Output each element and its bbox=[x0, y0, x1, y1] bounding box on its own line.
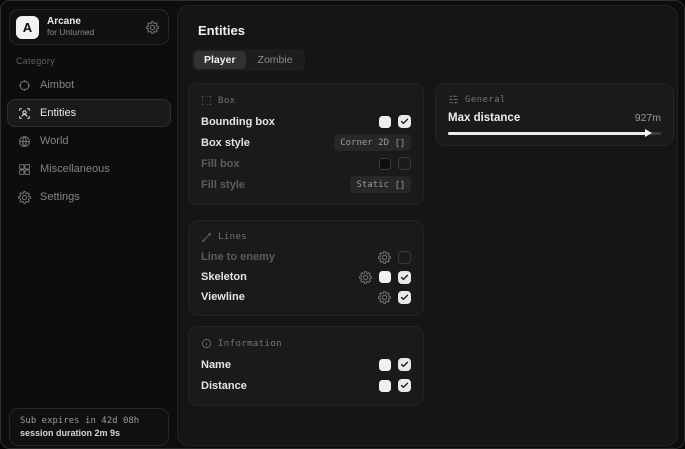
fill-style-dropdown[interactable]: Static bbox=[350, 176, 411, 193]
slider-thumb[interactable] bbox=[645, 129, 652, 137]
sidebar-item-label: World bbox=[40, 135, 69, 147]
diagonal-line-icon bbox=[201, 232, 212, 243]
gear-icon bbox=[378, 291, 391, 304]
setting-row-fill-style: Fill style Static bbox=[201, 174, 411, 195]
checkbox-checked[interactable] bbox=[398, 115, 411, 128]
check-icon bbox=[400, 381, 409, 390]
check-icon bbox=[400, 360, 409, 369]
brand-logo: A bbox=[16, 16, 39, 39]
subscription-status-card: Sub expires in 42d 08h session duration … bbox=[9, 408, 169, 446]
setting-row-name: Name bbox=[201, 354, 411, 375]
setting-label: Distance bbox=[201, 380, 379, 392]
setting-label: Box style bbox=[201, 137, 334, 149]
brand-card: A Arcane for Unturned bbox=[9, 9, 169, 45]
section-title: Lines bbox=[218, 232, 247, 242]
setting-label: Name bbox=[201, 359, 379, 371]
setting-label: Max distance bbox=[448, 112, 635, 124]
sliders-icon bbox=[448, 94, 459, 105]
setting-row-box-style: Box style Corner 2D bbox=[201, 132, 411, 153]
setting-row-viewline: Viewline bbox=[201, 287, 411, 307]
sidebar-item-label: Settings bbox=[40, 191, 80, 203]
setting-row-max-distance: Max distance 927m bbox=[448, 109, 661, 126]
brackets-select-icon bbox=[395, 138, 405, 148]
dropdown-value: Corner 2D bbox=[340, 138, 389, 148]
checkbox-checked[interactable] bbox=[398, 291, 411, 304]
row-settings-button[interactable] bbox=[378, 251, 391, 264]
gear-icon bbox=[359, 271, 372, 284]
sidebar-item-aimbot[interactable]: Aimbot bbox=[7, 71, 171, 99]
sidebar-item-label: Miscellaneous bbox=[40, 163, 110, 175]
gear-icon bbox=[18, 191, 31, 204]
checkbox-checked[interactable] bbox=[398, 358, 411, 371]
color-swatch[interactable] bbox=[379, 158, 391, 170]
sidebar-item-label: Entities bbox=[40, 107, 76, 119]
color-swatch[interactable] bbox=[379, 359, 391, 371]
setting-label: Viewline bbox=[201, 291, 378, 303]
check-icon bbox=[400, 273, 409, 282]
setting-label: Fill box bbox=[201, 158, 379, 170]
main-panel: Entities Player Zombie Box Bounding box … bbox=[177, 5, 678, 446]
section-title: Information bbox=[218, 339, 282, 349]
information-section: Information Name Distance bbox=[188, 326, 424, 406]
color-swatch[interactable] bbox=[379, 271, 391, 283]
sidebar-item-world[interactable]: World bbox=[7, 127, 171, 155]
sub-expiry-text: Sub expires in 42d 08h bbox=[20, 416, 158, 426]
grid-icon bbox=[18, 163, 31, 176]
brackets-select-icon bbox=[395, 180, 405, 190]
sidebar-item-miscellaneous[interactable]: Miscellaneous bbox=[7, 155, 171, 183]
tab-zombie[interactable]: Zombie bbox=[248, 51, 303, 69]
section-title: Box bbox=[218, 96, 235, 106]
checkbox-checked[interactable] bbox=[398, 379, 411, 392]
brand-subtitle: for Unturned bbox=[47, 28, 138, 38]
checkbox-unchecked[interactable] bbox=[398, 251, 411, 264]
arcane-window: A Arcane for Unturned Category Aimbot En… bbox=[0, 0, 685, 449]
max-distance-value: 927m bbox=[635, 112, 661, 124]
crosshair-icon bbox=[18, 79, 31, 92]
setting-label: Skeleton bbox=[201, 271, 359, 283]
checkbox-unchecked[interactable] bbox=[398, 157, 411, 170]
lines-section: Lines Line to enemy Skeleton Viewline bbox=[188, 220, 424, 316]
setting-label: Fill style bbox=[201, 179, 350, 191]
setting-row-fill-box: Fill box bbox=[201, 153, 411, 174]
sidebar-item-label: Aimbot bbox=[40, 79, 74, 91]
row-settings-button[interactable] bbox=[378, 291, 391, 304]
max-distance-slider[interactable] bbox=[448, 129, 661, 137]
scan-person-icon bbox=[18, 107, 31, 120]
sidebar-nav: Aimbot Entities World Miscellaneous Sett… bbox=[7, 71, 171, 211]
setting-row-skeleton: Skeleton bbox=[201, 267, 411, 287]
box-select-icon bbox=[201, 95, 212, 106]
info-icon bbox=[201, 338, 212, 349]
session-duration-text: session duration 2m 9s bbox=[20, 428, 158, 438]
setting-row-distance: Distance bbox=[201, 375, 411, 396]
gear-icon[interactable] bbox=[146, 21, 159, 34]
gear-icon bbox=[378, 251, 391, 264]
globe-icon bbox=[18, 135, 31, 148]
entity-tabs: Player Zombie bbox=[192, 49, 305, 71]
color-swatch[interactable] bbox=[379, 380, 391, 392]
tab-player[interactable]: Player bbox=[194, 51, 246, 69]
section-title: General bbox=[465, 95, 506, 105]
setting-label: Bounding box bbox=[201, 116, 379, 128]
checkbox-checked[interactable] bbox=[398, 271, 411, 284]
box-style-dropdown[interactable]: Corner 2D bbox=[334, 134, 411, 151]
sidebar-item-entities[interactable]: Entities bbox=[7, 99, 171, 127]
general-section: General Max distance 927m bbox=[435, 83, 674, 146]
category-label: Category bbox=[16, 56, 55, 66]
sidebar-item-settings[interactable]: Settings bbox=[7, 183, 171, 211]
dropdown-value: Static bbox=[356, 180, 389, 190]
slider-fill bbox=[448, 132, 646, 135]
box-section: Box Bounding box Box style Corner 2D bbox=[188, 83, 424, 205]
setting-row-bounding-box: Bounding box bbox=[201, 111, 411, 132]
check-icon bbox=[400, 117, 409, 126]
color-swatch[interactable] bbox=[379, 116, 391, 128]
setting-row-line-to-enemy: Line to enemy bbox=[201, 247, 411, 267]
page-title: Entities bbox=[198, 23, 245, 38]
setting-label: Line to enemy bbox=[201, 251, 378, 263]
row-settings-button[interactable] bbox=[359, 271, 372, 284]
check-icon bbox=[400, 293, 409, 302]
